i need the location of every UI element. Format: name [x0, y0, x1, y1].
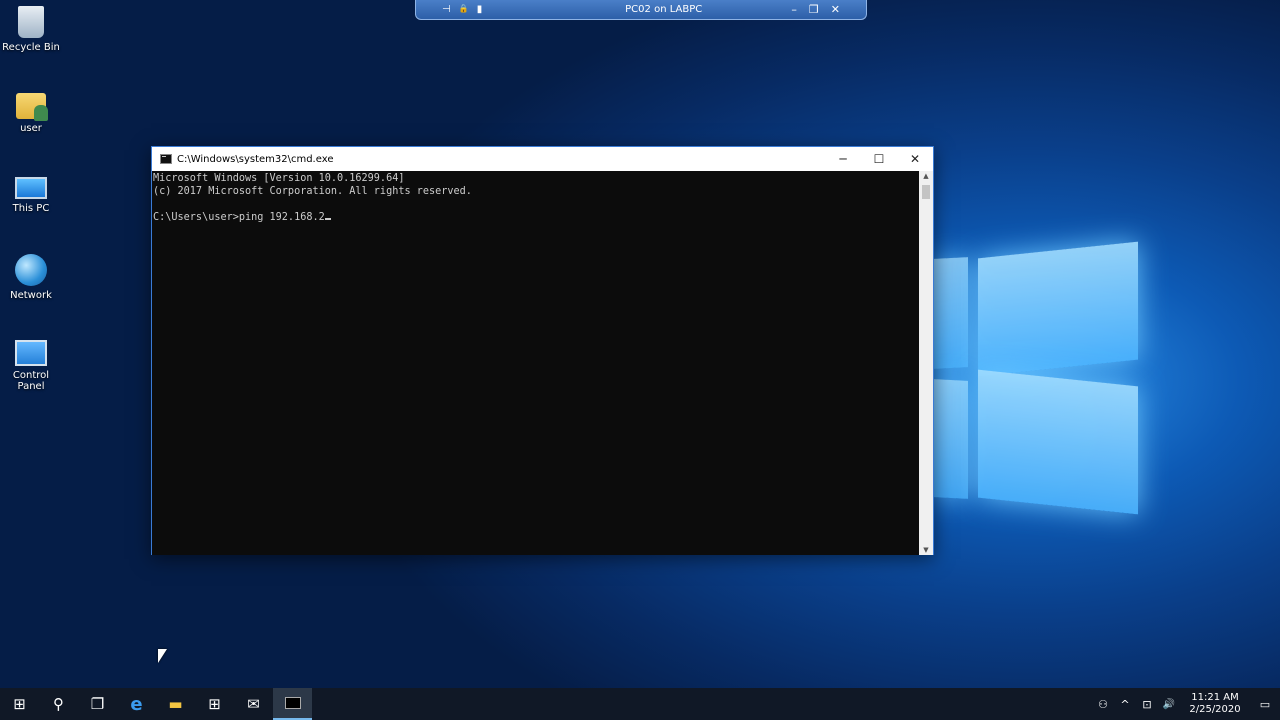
remote-minimize-button[interactable]: –	[791, 3, 797, 16]
lock-icon: 🔒	[458, 4, 469, 13]
mail-icon: ✉	[247, 695, 260, 713]
system-tray: ⚇ ^ ⊡ 🔊 11:21 AM 2/25/2020 ▭	[1092, 692, 1280, 716]
clock[interactable]: 11:21 AM 2/25/2020	[1180, 692, 1250, 716]
mail-button[interactable]: ✉	[234, 688, 273, 720]
desktop-icon-label: This PC	[12, 203, 50, 214]
edge-icon: e	[130, 693, 143, 715]
people-icon[interactable]: ⚇	[1092, 698, 1114, 711]
maximize-button[interactable]: ☐	[861, 152, 897, 166]
cmd-app-icon[interactable]	[160, 154, 172, 164]
network-icon[interactable]: ⊡	[1136, 698, 1158, 711]
desktop-icon-control-panel[interactable]: Control Panel	[0, 336, 62, 392]
desktop-icon-label: Network	[10, 290, 52, 301]
logo-pane	[978, 241, 1138, 377]
cmd-titlebar[interactable]: C:\Windows\system32\cmd.exe ─ ☐ ✕	[152, 147, 933, 171]
start-button[interactable]: ⊞	[0, 688, 39, 720]
store-icon: ⊞	[208, 695, 221, 713]
task-view-button[interactable]: ❐	[78, 688, 117, 720]
windows-logo-wallpaper	[930, 228, 1145, 528]
edge-button[interactable]: e	[117, 688, 156, 720]
taskbar: ⊞ ⚲ ❐ e ▬ ⊞ ✉ ⚇ ^ ⊡ 🔊 11:21 AM 2/25/2020…	[0, 688, 1280, 720]
cmd-taskbar-button[interactable]	[273, 688, 312, 720]
user-folder-icon	[16, 93, 48, 121]
clock-time: 11:21 AM	[1191, 692, 1239, 703]
desktop-icon-this-pc[interactable]: This PC	[0, 171, 62, 214]
cmd-icon	[284, 697, 301, 709]
scroll-down-arrow-icon[interactable]: ▼	[919, 546, 933, 554]
scrollbar-thumb[interactable]	[922, 185, 930, 199]
desktop-icon-label: Recycle Bin	[2, 42, 60, 53]
console-prompt-line: C:\Users\user>ping 192.168.2	[153, 211, 919, 224]
volume-icon[interactable]: 🔊	[1158, 699, 1180, 710]
desktop-icon-recycle-bin[interactable]: Recycle Bin	[0, 6, 62, 53]
desktop-icon-network[interactable]: Network	[0, 254, 62, 301]
logo-pane	[934, 379, 968, 499]
remote-close-button[interactable]: ✕	[831, 3, 840, 16]
control-panel-icon	[15, 340, 47, 366]
task-view-icon: ❐	[90, 695, 105, 713]
windows-start-icon: ⊞	[13, 695, 26, 713]
desktop-icon-label: user	[20, 123, 42, 134]
scroll-up-arrow-icon[interactable]: ▲	[919, 172, 933, 180]
chevron-up-icon[interactable]: ^	[1114, 698, 1136, 711]
text-cursor	[324, 218, 331, 220]
logo-pane	[978, 369, 1138, 515]
recycle-bin-icon	[18, 6, 44, 38]
remote-restore-button[interactable]: ❐	[809, 3, 819, 16]
search-icon: ⚲	[53, 695, 64, 713]
computer-icon	[15, 177, 47, 199]
vertical-scrollbar[interactable]: ▲ ▼	[919, 171, 933, 555]
file-explorer-button[interactable]: ▬	[156, 688, 195, 720]
remote-connection-title: PC02 on LABPC	[625, 4, 703, 15]
console-line: (c) 2017 Microsoft Corporation. All righ…	[153, 186, 472, 197]
console-input[interactable]: C:\Users\user>ping 192.168.2	[153, 212, 325, 223]
cmd-window[interactable]: C:\Windows\system32\cmd.exe ─ ☐ ✕ Micros…	[151, 146, 934, 555]
console-line: Microsoft Windows [Version 10.0.16299.64…	[153, 173, 405, 184]
search-button[interactable]: ⚲	[39, 688, 78, 720]
clock-date: 2/25/2020	[1189, 704, 1241, 715]
pin-icon[interactable]: ⊣	[442, 4, 451, 15]
console-output[interactable]: Microsoft Windows [Version 10.0.16299.64…	[152, 171, 920, 555]
mouse-pointer-icon	[158, 649, 167, 663]
remote-connection-bar: ⊣ 🔒 ▮ PC02 on LABPC – ❐ ✕	[415, 0, 867, 20]
signal-icon[interactable]: ▮	[477, 4, 483, 15]
desktop-icon-user[interactable]: user	[0, 89, 62, 134]
folder-icon: ▬	[168, 695, 183, 713]
close-button[interactable]: ✕	[897, 152, 933, 166]
network-globe-icon	[15, 254, 47, 286]
logo-pane	[934, 257, 968, 369]
cmd-window-title: C:\Windows\system32\cmd.exe	[177, 153, 334, 165]
minimize-button[interactable]: ─	[825, 152, 861, 166]
notifications-icon[interactable]: ▭	[1250, 698, 1280, 711]
store-button[interactable]: ⊞	[195, 688, 234, 720]
desktop-icon-label: Control Panel	[12, 370, 50, 392]
